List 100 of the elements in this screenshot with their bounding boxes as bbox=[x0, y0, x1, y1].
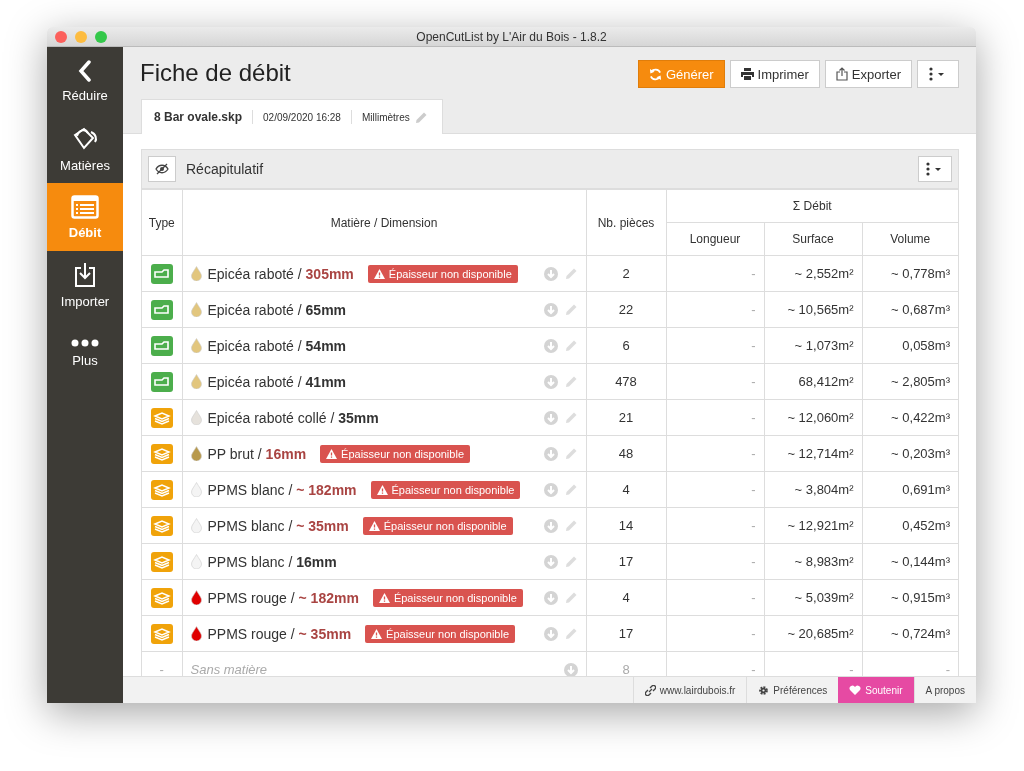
table-cell: - bbox=[666, 363, 764, 400]
material-cell[interactable]: PPMS rouge / ~ 35mm Épaisseur non disponible bbox=[182, 615, 586, 652]
warning-icon bbox=[378, 592, 390, 603]
material-cell[interactable]: PP brut / 16mm Épaisseur non disponible bbox=[182, 435, 586, 472]
pencil-icon[interactable] bbox=[414, 110, 428, 124]
table-cell: - bbox=[666, 471, 764, 508]
material-label: Epicéa raboté / 41mm bbox=[207, 373, 347, 390]
table-cell: - bbox=[666, 327, 764, 364]
table-cell: 2 bbox=[586, 255, 666, 292]
column-header: Matière / Dimension bbox=[182, 189, 586, 256]
table-cell: 4 bbox=[586, 579, 666, 616]
download-icon[interactable] bbox=[543, 374, 558, 389]
material-cell[interactable]: PPMS blanc / ~ 182mm Épaisseur non disponible bbox=[182, 471, 586, 508]
table-cell: - bbox=[666, 399, 764, 436]
print-button[interactable]: Imprimer bbox=[729, 60, 820, 88]
chevron-left-icon bbox=[77, 59, 93, 82]
table-cell: ~ 10,565m² bbox=[764, 291, 862, 328]
pencil-icon[interactable] bbox=[564, 411, 578, 424]
table-cell: ~ 1,073m² bbox=[764, 327, 862, 364]
visibility-toggle[interactable] bbox=[148, 156, 176, 182]
section-menu-button[interactable] bbox=[918, 156, 952, 182]
file-name: 8 Bar ovale.skp bbox=[154, 110, 243, 124]
material-cell[interactable]: Epicéa raboté / 65mm bbox=[182, 291, 586, 328]
download-icon[interactable] bbox=[543, 626, 558, 641]
material-cell[interactable]: Epicéa raboté / 54mm bbox=[182, 327, 586, 364]
table-cell: ~ 5,039m² bbox=[764, 579, 862, 616]
minimize-button[interactable] bbox=[75, 30, 87, 43]
material-cell[interactable]: Epicéa raboté collé / 35mm bbox=[182, 399, 586, 436]
pencil-icon[interactable] bbox=[564, 519, 578, 532]
material-label: PPMS blanc / ~ 35mm bbox=[207, 517, 349, 534]
table-cell: - bbox=[666, 507, 764, 544]
download-icon[interactable] bbox=[563, 662, 578, 676]
page-title: Fiche de débit bbox=[140, 59, 291, 87]
table-cell: - bbox=[666, 615, 764, 652]
pencil-icon[interactable] bbox=[564, 303, 578, 316]
material-cell[interactable]: Epicéa raboté / 305mm Épaisseur non disponible bbox=[182, 255, 586, 292]
column-header: Longueur bbox=[666, 222, 764, 256]
table-cell: - bbox=[666, 579, 764, 616]
heart-icon bbox=[849, 684, 862, 696]
column-header: Type bbox=[142, 189, 182, 256]
material-cell[interactable]: PPMS rouge / ~ 182mm Épaisseur non disponible bbox=[182, 579, 586, 616]
download-icon[interactable] bbox=[543, 302, 558, 317]
warning-text: Épaisseur non disponible bbox=[388, 267, 512, 280]
sidebar-item[interactable]: Matières bbox=[47, 115, 123, 183]
material-cell[interactable]: PPMS blanc / 16mm bbox=[182, 543, 586, 580]
support-link[interactable]: Soutenir bbox=[838, 677, 914, 703]
material-label: Epicéa raboté collé / 35mm bbox=[207, 409, 379, 426]
close-button[interactable] bbox=[55, 30, 67, 43]
link-link[interactable]: www.lairdubois.fr bbox=[632, 677, 747, 703]
sidebar-item[interactable]: Plus bbox=[47, 319, 123, 387]
window-title: OpenCutList by L'Air du Bois - 1.8.2 bbox=[416, 29, 607, 44]
import-icon bbox=[73, 261, 97, 288]
table-cell: 4 bbox=[586, 471, 666, 508]
table-cell: 6 bbox=[586, 327, 666, 364]
warning-icon bbox=[376, 484, 388, 495]
eye-slash-icon bbox=[155, 163, 169, 175]
pencil-icon[interactable] bbox=[564, 447, 578, 460]
pencil-icon[interactable] bbox=[564, 267, 578, 280]
about-link[interactable]: A propos bbox=[913, 677, 976, 703]
sidebar-item[interactable]: Importer bbox=[47, 251, 123, 319]
pencil-icon[interactable] bbox=[564, 339, 578, 352]
warning-icon bbox=[326, 448, 338, 459]
table-cell: 478 bbox=[586, 363, 666, 400]
pencil-icon[interactable] bbox=[564, 483, 578, 496]
gear-icon bbox=[758, 684, 770, 696]
sidebar-item[interactable]: Réduire bbox=[47, 47, 123, 115]
download-icon[interactable] bbox=[543, 338, 558, 353]
pencil-icon[interactable] bbox=[564, 591, 578, 604]
paint-bucket-icon bbox=[71, 125, 99, 152]
material-cell[interactable]: PPMS blanc / ~ 35mm Épaisseur non disponible bbox=[182, 507, 586, 544]
link-icon bbox=[644, 684, 656, 696]
download-icon[interactable] bbox=[543, 590, 558, 605]
download-icon[interactable] bbox=[543, 266, 558, 281]
material-label: PP brut / 16mm bbox=[207, 445, 307, 462]
material-cell[interactable]: Epicéa raboté / 41mm bbox=[182, 363, 586, 400]
material-label: PPMS rouge / ~ 35mm bbox=[207, 625, 352, 642]
warning-text: Épaisseur non disponible bbox=[341, 447, 464, 460]
pencil-icon[interactable] bbox=[564, 627, 578, 640]
zoom-button[interactable] bbox=[95, 30, 107, 43]
unit-label: Millimètres bbox=[361, 111, 410, 123]
table-cell: 21 bbox=[586, 399, 666, 436]
warning-text: Épaisseur non disponible bbox=[386, 627, 509, 640]
download-icon[interactable] bbox=[543, 446, 558, 461]
table-cell: - bbox=[666, 435, 764, 472]
table-cell: - bbox=[666, 543, 764, 580]
material-label: Epicéa raboté / 54mm bbox=[207, 337, 347, 354]
file-tab[interactable]: 8 Bar ovale.skp 02/09/2020 16:28 Millimètres bbox=[141, 99, 443, 134]
pencil-icon[interactable] bbox=[564, 375, 578, 388]
warning-text: Épaisseur non disponible bbox=[391, 483, 515, 496]
table-cell: - bbox=[666, 255, 764, 292]
download-icon[interactable] bbox=[543, 482, 558, 497]
download-icon[interactable] bbox=[543, 518, 558, 533]
menu-button[interactable] bbox=[917, 60, 959, 88]
download-icon[interactable] bbox=[543, 410, 558, 425]
table-cell: - bbox=[666, 291, 764, 328]
table-cell: ~ 12,060m² bbox=[764, 399, 862, 436]
download-icon[interactable] bbox=[543, 554, 558, 569]
pencil-icon[interactable] bbox=[564, 555, 578, 568]
export-button[interactable]: Exporter bbox=[824, 60, 912, 88]
list-icon bbox=[71, 194, 99, 219]
